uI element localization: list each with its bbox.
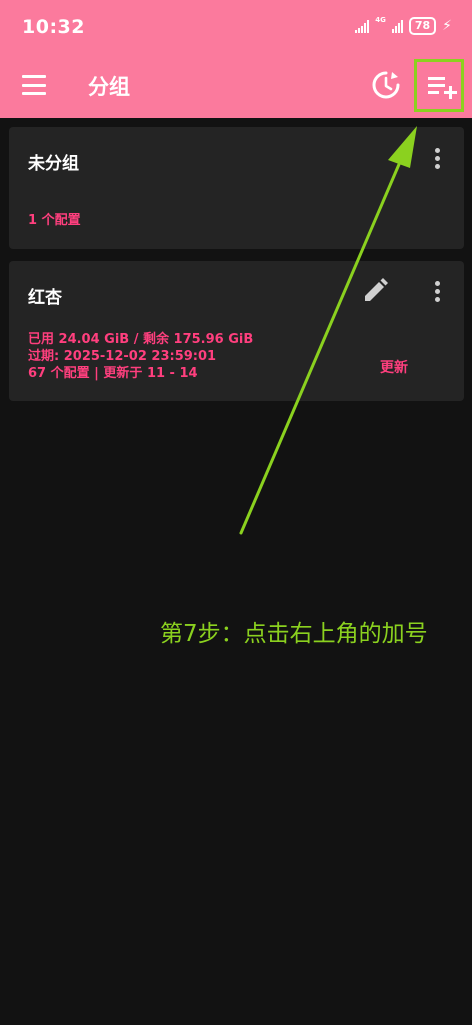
history-icon[interactable] xyxy=(370,69,402,101)
more-vert-icon[interactable] xyxy=(434,281,440,302)
group-name: 红杏 xyxy=(28,288,62,308)
add-button-highlight-box xyxy=(414,59,464,112)
network-type: 4G xyxy=(375,16,386,24)
signal-icon-2 xyxy=(391,19,403,33)
update-button[interactable]: 更新 xyxy=(380,357,408,377)
page-title: 分组 xyxy=(88,75,130,99)
signal-icon xyxy=(355,19,370,33)
expiry-text: 过期: 2025-12-02 23:59:01 xyxy=(28,349,217,364)
config-count: 1 个配置 xyxy=(28,213,81,228)
group-name: 未分组 xyxy=(28,154,79,174)
edit-pencil-icon[interactable] xyxy=(361,277,389,305)
group-card-hongxing[interactable]: 红杏 已用 24.04 GiB / 剩余 175.96 GiB 过期: 2025… xyxy=(9,261,464,401)
status-icons: 4G 78 ⚡ xyxy=(355,17,452,35)
summary-text: 67 个配置 | 更新于 11 - 14 xyxy=(28,366,198,381)
usage-text: 已用 24.04 GiB / 剩余 175.96 GiB xyxy=(28,332,254,347)
battery-icon: 78 xyxy=(408,17,437,35)
subscription-info: 已用 24.04 GiB / 剩余 175.96 GiB 过期: 2025-12… xyxy=(28,331,253,382)
step-instruction: 第7步：点击右上角的加号 xyxy=(160,621,428,647)
more-vert-icon[interactable] xyxy=(434,148,440,169)
app-bar: 分组 xyxy=(0,56,472,118)
status-time: 10:32 xyxy=(22,16,85,38)
charging-icon: ⚡ xyxy=(442,18,452,34)
status-bar: 10:32 4G 78 ⚡ xyxy=(0,0,472,56)
menu-icon[interactable] xyxy=(22,73,46,97)
group-card-ungrouped[interactable]: 未分组 1 个配置 xyxy=(9,127,464,249)
